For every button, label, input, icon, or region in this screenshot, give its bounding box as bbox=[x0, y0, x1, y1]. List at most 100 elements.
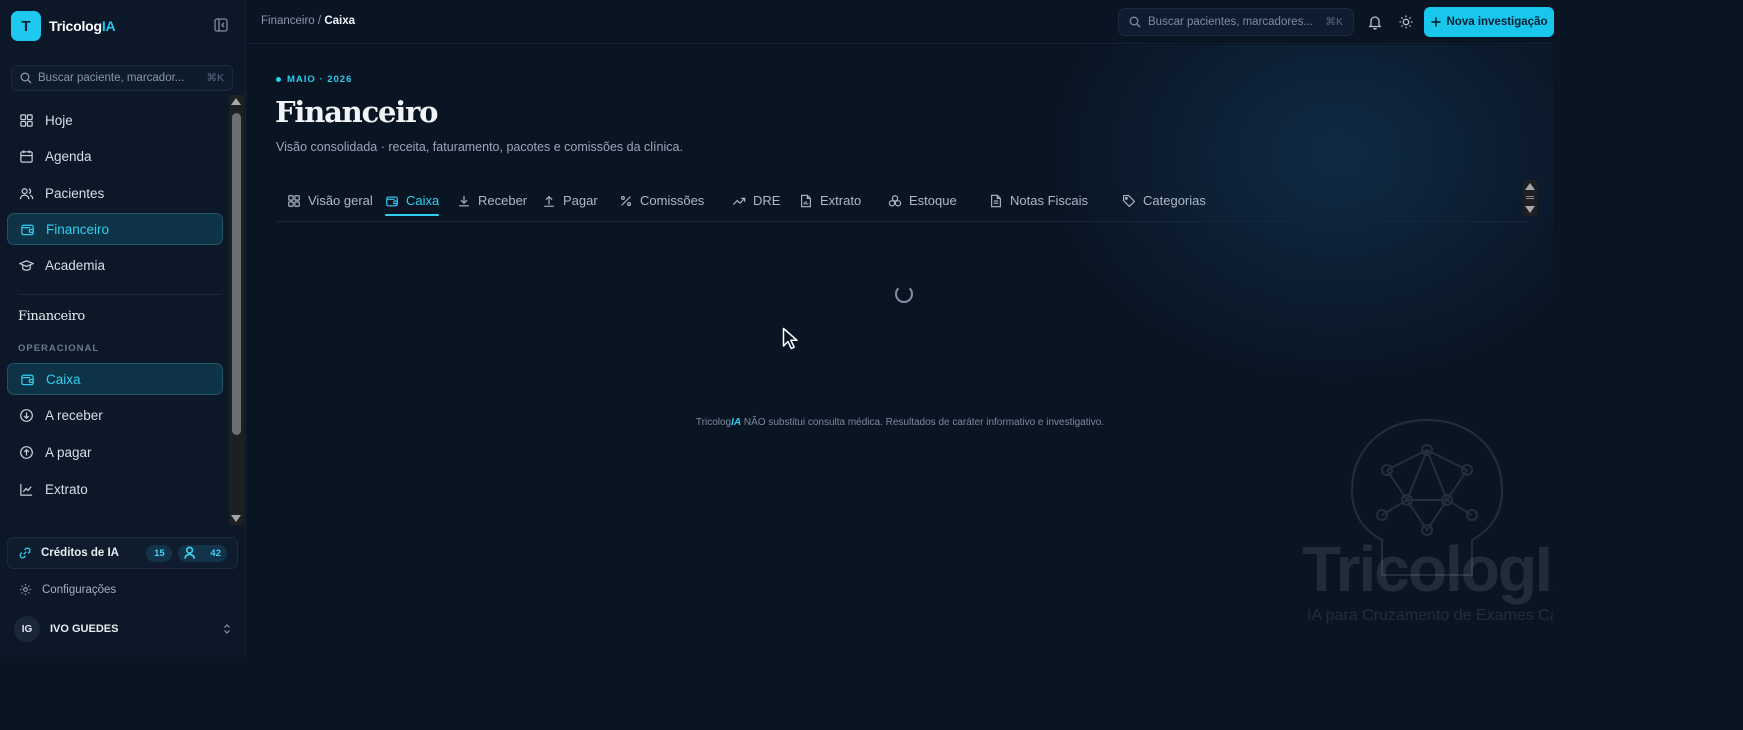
user-menu[interactable]: IG IVO GUEDES bbox=[14, 616, 232, 642]
sidebar-item-pacientes[interactable]: Pacientes bbox=[7, 177, 223, 209]
page-subtitle: Visão consolidada · receita, faturamento… bbox=[276, 140, 683, 154]
new-investigation-button[interactable]: Nova investigação bbox=[1424, 7, 1554, 37]
tab-estoque[interactable]: Estoque bbox=[888, 179, 957, 222]
tab-label: Visão geral bbox=[308, 193, 373, 208]
sidebar-nav: Hoje Agenda Pacientes Financeiro Academi… bbox=[0, 95, 246, 525]
disclaimer-text: NÃO substitui consulta médica. Resultado… bbox=[741, 417, 1105, 428]
chevron-up-down-icon bbox=[224, 624, 230, 634]
calendar-icon bbox=[20, 149, 33, 163]
tab-categorias[interactable]: Categorias bbox=[1122, 179, 1206, 222]
sidebar: T TricologIA Buscar paciente, marcador..… bbox=[0, 0, 246, 657]
settings-link[interactable]: Configurações bbox=[19, 583, 116, 596]
tag-icon bbox=[1123, 194, 1136, 207]
sidebar-item-academia[interactable]: Academia bbox=[7, 249, 223, 281]
sidebar-search-input[interactable]: Buscar paciente, marcador... ⌘K bbox=[11, 65, 233, 91]
sidebar-item-agenda[interactable]: Agenda bbox=[7, 140, 223, 172]
sidebar-collapse-icon[interactable] bbox=[214, 18, 228, 32]
sidebar-item-label: A pagar bbox=[45, 444, 92, 460]
sidebar-item-label: Hoje bbox=[45, 112, 73, 128]
sidebar-search-placeholder: Buscar paciente, marcador... bbox=[38, 72, 185, 84]
tab-label: Categorias bbox=[1143, 193, 1206, 208]
scroll-up-arrow-icon[interactable] bbox=[1525, 183, 1535, 190]
users-icon bbox=[19, 187, 34, 199]
boxes-icon bbox=[888, 194, 902, 206]
arrow-up-circle-icon bbox=[20, 445, 33, 459]
tab-caixa[interactable]: Caixa bbox=[385, 179, 440, 222]
sidebar-divider bbox=[18, 294, 222, 295]
sidebar-item-caixa[interactable]: Caixa bbox=[7, 363, 223, 395]
file-text-icon bbox=[991, 194, 1001, 207]
brand-name-prefix: Tricolog bbox=[49, 18, 102, 34]
user-name: IVO GUEDES bbox=[50, 623, 119, 635]
global-search-shortcut: ⌘K bbox=[1325, 16, 1343, 28]
period-eyebrow: MAIO · 2026 bbox=[276, 74, 352, 85]
tab-pagar[interactable]: Pagar bbox=[542, 179, 598, 222]
search-icon bbox=[20, 72, 32, 84]
breadcrumb: Financeiro / Caixa bbox=[261, 15, 355, 27]
sidebar-item-a-pagar[interactable]: A pagar bbox=[7, 436, 223, 468]
scroll-down-arrow-icon[interactable] bbox=[1525, 206, 1535, 213]
search-icon bbox=[1129, 16, 1141, 28]
global-search-input[interactable]: Buscar pacientes, marcadores... ⌘K bbox=[1118, 8, 1354, 36]
tab-label: Caixa bbox=[406, 193, 440, 208]
patients-credits-value: 42 bbox=[210, 547, 221, 559]
sidebar-group-label: OPERACIONAL bbox=[18, 343, 100, 354]
watermark-title: TricologIA bbox=[1302, 533, 1553, 605]
ai-credits-card[interactable]: Créditos de IA 15 42 bbox=[7, 537, 238, 569]
tab-extrato[interactable]: Extrato bbox=[799, 179, 861, 222]
wallet-icon bbox=[21, 374, 34, 385]
sidebar-item-a-receber[interactable]: A receber bbox=[7, 399, 223, 431]
upload-icon bbox=[544, 195, 554, 207]
scroll-up-arrow-icon[interactable] bbox=[231, 98, 241, 105]
brand-logo: T bbox=[11, 11, 41, 41]
page-title: Financeiro bbox=[275, 95, 439, 129]
brand-name: TricologIA bbox=[49, 18, 116, 34]
breadcrumb-current: Caixa bbox=[324, 15, 355, 27]
graduation-cap-icon bbox=[19, 259, 34, 271]
bell-icon[interactable] bbox=[1367, 14, 1383, 30]
grid-icon bbox=[20, 113, 33, 127]
sidebar-item-extrato[interactable]: Extrato bbox=[7, 473, 223, 505]
file-chart-icon bbox=[801, 194, 811, 207]
tabs-scrollbar[interactable] bbox=[1523, 180, 1537, 216]
sidebar-item-label: Pacientes bbox=[45, 185, 105, 201]
sidebar-item-label: Academia bbox=[45, 257, 106, 273]
sidebar-item-label: Extrato bbox=[45, 481, 88, 497]
tab-visao-geral[interactable]: Visão geral bbox=[287, 179, 373, 222]
finance-tabs: Visão geral Caixa Receber Pagar Comissõe… bbox=[276, 179, 1528, 222]
tab-notas-fiscais[interactable]: Notas Fiscais bbox=[989, 179, 1088, 222]
ai-credits-label: Créditos de IA bbox=[41, 547, 119, 559]
settings-label: Configurações bbox=[42, 583, 117, 596]
tab-label: Receber bbox=[478, 193, 528, 208]
sun-icon[interactable] bbox=[1398, 14, 1414, 30]
scrollbar-thumb[interactable] bbox=[1526, 196, 1534, 199]
sidebar-item-label: A receber bbox=[45, 407, 103, 423]
plus-icon bbox=[1431, 17, 1440, 27]
tab-comissoes[interactable]: Comissões bbox=[619, 179, 704, 222]
tab-label: Notas Fiscais bbox=[1010, 193, 1089, 208]
percent-icon bbox=[620, 195, 632, 206]
sidebar-scrollbar[interactable] bbox=[229, 95, 244, 525]
tab-dre[interactable]: DRE bbox=[732, 179, 780, 222]
sidebar-item-label: Agenda bbox=[45, 148, 92, 164]
gear-icon bbox=[19, 583, 32, 596]
arrow-down-circle-icon bbox=[20, 408, 33, 422]
tab-receber[interactable]: Receber bbox=[457, 179, 527, 222]
mouse-pointer-icon bbox=[782, 327, 798, 350]
scrollbar-thumb[interactable] bbox=[232, 113, 241, 435]
credits-badge: 15 bbox=[146, 544, 173, 562]
download-icon bbox=[459, 195, 469, 206]
loading-spinner-icon bbox=[895, 285, 913, 303]
scroll-down-arrow-icon[interactable] bbox=[231, 515, 241, 522]
main-content: MAIO · 2026 Financeiro Visão consolidada… bbox=[247, 45, 1553, 657]
sidebar-item-financeiro[interactable]: Financeiro bbox=[7, 213, 223, 245]
sidebar-item-hoje[interactable]: Hoje bbox=[7, 104, 223, 136]
tab-label: Extrato bbox=[820, 193, 862, 208]
brand-name-accent: IA bbox=[101, 18, 116, 34]
tab-label: Estoque bbox=[909, 193, 957, 208]
watermark-subtitle: IA para Cruzamento de Exames Capilares bbox=[1307, 607, 1553, 624]
brand[interactable]: T TricologIA bbox=[11, 11, 116, 41]
breadcrumb-parent[interactable]: Financeiro bbox=[261, 15, 315, 27]
tab-label: DRE bbox=[753, 193, 781, 208]
tab-label: Pagar bbox=[563, 193, 598, 208]
